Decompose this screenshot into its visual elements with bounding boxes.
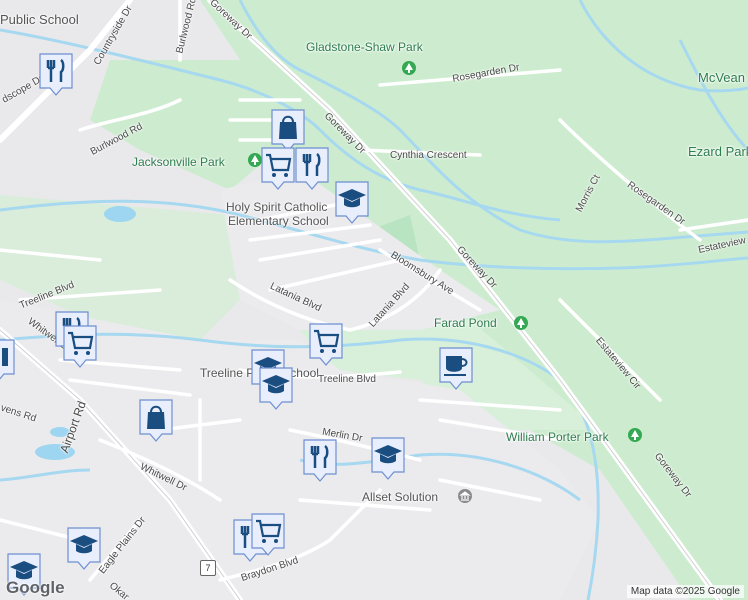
school-marker[interactable] — [334, 180, 370, 224]
ezard-park-label: Ezard Park — [688, 144, 748, 159]
cynthia-crescent-label: Cynthia Crescent — [390, 150, 467, 161]
school-icon — [335, 181, 369, 224]
allset-solution-label: Allset Solution — [362, 490, 439, 504]
cafe-icon — [439, 347, 473, 390]
park-pin-icon[interactable] — [402, 61, 416, 75]
school-marker[interactable] — [258, 366, 294, 410]
place-pin-icon[interactable] — [458, 489, 472, 503]
mcvean-label: McVean — [698, 70, 745, 85]
school-marker-partial[interactable] — [0, 338, 16, 382]
park-pin-icon[interactable] — [628, 428, 642, 442]
shopping-marker[interactable] — [138, 398, 174, 442]
school-icon — [259, 367, 293, 410]
park-pin-icon[interactable] — [514, 316, 528, 330]
restaurant-marker[interactable] — [294, 146, 330, 190]
restaurant-icon — [39, 53, 73, 96]
grocery-marker[interactable] — [308, 322, 344, 366]
school-icon — [371, 437, 405, 480]
cafe-marker[interactable] — [438, 346, 474, 390]
restaurant-icon — [303, 439, 337, 482]
william-porter-park-label: William Porter Park — [506, 430, 609, 444]
shopping-cart-icon — [251, 513, 285, 556]
treeline-blvd-label: Treeline Blvd — [318, 374, 376, 385]
restaurant-icon — [295, 147, 329, 190]
google-logo: Google — [6, 578, 65, 597]
public-school-label: Public School — [0, 12, 79, 27]
school-icon — [67, 527, 101, 570]
map-base-layer — [0, 0, 748, 600]
shopping-bag-icon — [139, 399, 173, 442]
shopping-cart-icon — [63, 325, 97, 368]
map-credit[interactable]: Map data ©2025 Google — [626, 585, 744, 598]
route-shield-icon: 7 — [200, 560, 216, 576]
gladstone-shaw-park-label: Gladstone-Shaw Park — [306, 40, 423, 54]
shopping-cart-icon — [261, 147, 295, 190]
restaurant-marker[interactable] — [38, 52, 74, 96]
map-canvas[interactable]: Public School Gladstone-Shaw Park McVean… — [0, 0, 748, 600]
farad-pond-label: Farad Pond — [434, 316, 497, 330]
restaurant-marker[interactable] — [302, 438, 338, 482]
pond-west — [104, 206, 136, 222]
grocery-marker[interactable] — [260, 146, 296, 190]
school-marker[interactable] — [66, 526, 102, 570]
shopping-cart-icon — [309, 323, 343, 366]
grocery-marker[interactable] — [250, 512, 286, 556]
grocery-marker[interactable] — [62, 324, 98, 368]
jacksonville-park-label: Jacksonville Park — [132, 155, 225, 169]
school-marker[interactable] — [370, 436, 406, 480]
holy-spirit-label-line1: Holy Spirit Catholic — [226, 200, 328, 214]
holy-spirit-label-line2: Elementary School — [228, 214, 329, 228]
